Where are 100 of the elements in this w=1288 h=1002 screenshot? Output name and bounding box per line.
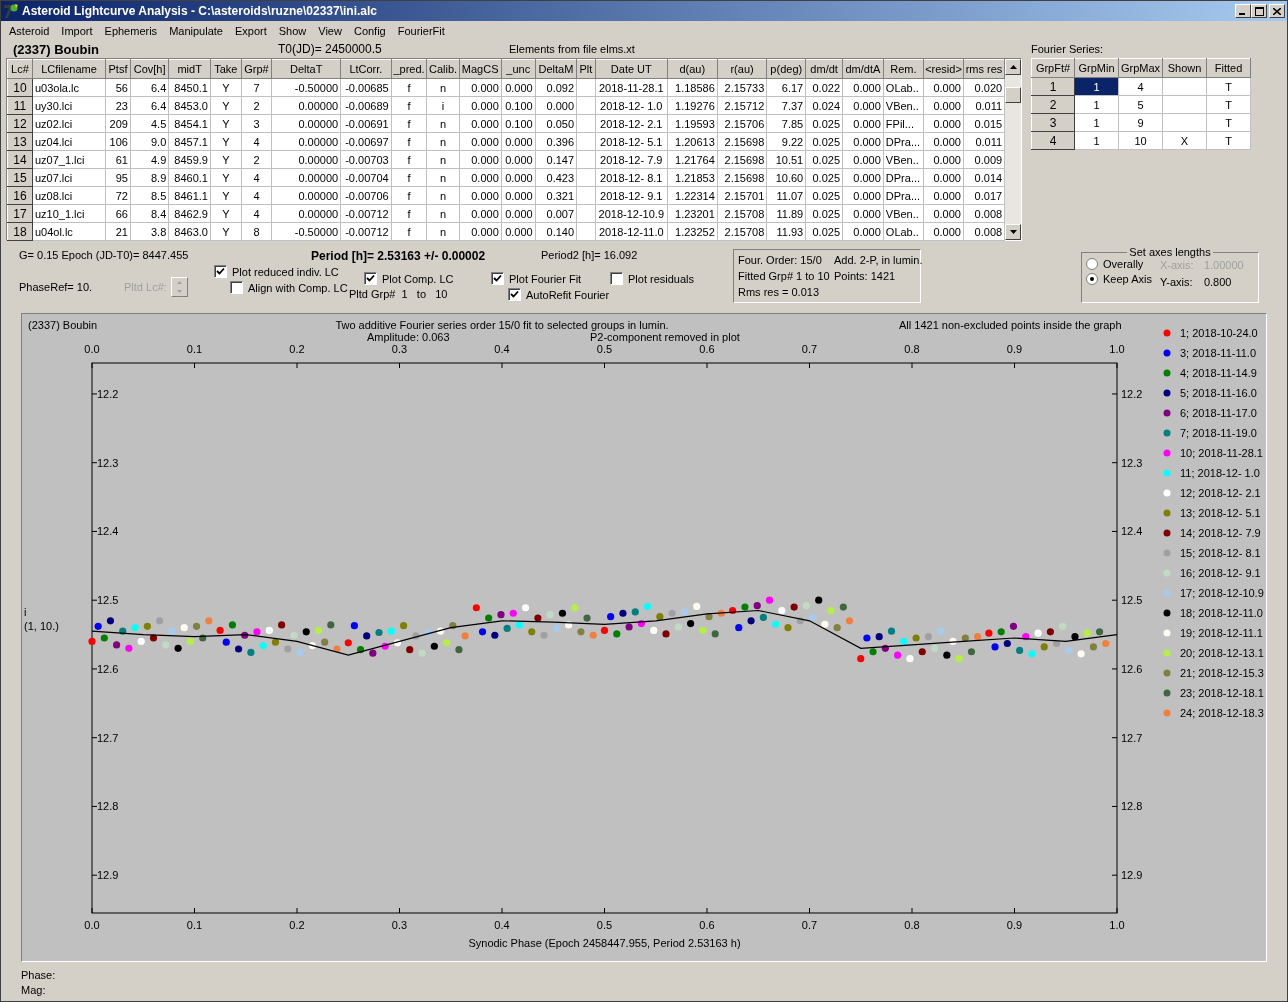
x-tick-label: 0.7 [801, 343, 818, 355]
column-header: rms res [963, 59, 1005, 79]
checkbox-square[interactable] [491, 272, 504, 285]
p2-note: P2-component removed in plot [590, 331, 740, 343]
legend-label: 21; 2018-12-15.3 [1180, 667, 1264, 679]
legend-label: 20; 2018-12-13.1 [1180, 647, 1264, 659]
radio-button[interactable] [1086, 273, 1098, 285]
summary-text: Points: 1421 [834, 269, 897, 284]
y-tick-label: 12.7 [1121, 731, 1143, 744]
checkbox[interactable]: Plot Comp. LC [364, 272, 491, 285]
menu-item[interactable]: Manipulate [163, 24, 229, 37]
y-tick-label: 12.8 [1121, 800, 1143, 813]
y-tick-label: 12.9 [1121, 869, 1143, 882]
column-header: Take [210, 59, 242, 79]
y-tick-label: 12.8 [97, 800, 119, 813]
x-tick-label: 0.8 [904, 343, 920, 355]
x-tick-label: 0.3 [391, 919, 408, 931]
menu-item[interactable]: FourierFit [391, 24, 451, 37]
column-header: Rem. [883, 59, 924, 79]
up-arrow-icon [176, 281, 182, 284]
x-tick-label: 0.5 [596, 919, 613, 931]
checkbox-label: Plot reduced indiv. LC [232, 265, 339, 278]
spin-control[interactable] [170, 277, 188, 297]
x-tick-label: 0.3 [391, 343, 408, 355]
y-axis-value: 0.800 [1203, 275, 1233, 289]
period2-label: Period2 [h]= 16.092 [541, 249, 638, 263]
legend-label: 14; 2018-12- 7.9 [1180, 527, 1261, 539]
column-header: Date UT [595, 59, 668, 79]
up-arrow-icon [1009, 65, 1017, 69]
menu-item[interactable]: Export [228, 24, 273, 37]
chart-object-label: (2337) Boubin [28, 319, 98, 331]
column-header: p(deg) [766, 59, 806, 79]
menu-item[interactable]: View [312, 24, 348, 37]
checkbox-square[interactable] [364, 272, 377, 285]
points-note: All 1421 non-excluded points inside the graph [899, 319, 1122, 331]
group-title: Set axes lengths [1128, 246, 1212, 258]
radio-button[interactable] [1086, 258, 1098, 270]
menu-item[interactable]: Config [347, 24, 392, 37]
x-tick-label: 0.8 [904, 919, 920, 931]
checkbox-square[interactable] [508, 288, 521, 301]
y-axis-title: i [24, 606, 27, 618]
column-header: Fitted [1206, 58, 1251, 78]
y-axis-label: Y-axis: [1159, 275, 1194, 289]
epoch-label: G= 0.15 Epoch (JD-T0)= 8447.455 [19, 249, 190, 263]
y-tick-label: 12.2 [1121, 387, 1143, 400]
period-label: Period [h]= 2.53163 +/- 0.00002 [311, 249, 487, 263]
column-header: r(au) [717, 59, 767, 79]
column-header: LCfilename [32, 59, 106, 79]
legend-label: 16; 2018-12- 9.1 [1180, 567, 1261, 579]
column-header: dm/dtA [842, 59, 884, 79]
y-tick-label: 12.7 [97, 731, 119, 744]
checkbox[interactable]: Plot residuals [610, 272, 695, 285]
radio-option[interactable]: Keep Axis [1086, 273, 1152, 285]
column-header: Ptsf [105, 59, 131, 79]
checkbox-square[interactable] [610, 272, 623, 285]
menu-item[interactable]: Ephemeris [98, 24, 164, 37]
x-tick-label: 0.0 [84, 919, 100, 931]
down-arrow-icon [176, 290, 182, 293]
legend-label: 13; 2018-12- 5.1 [1180, 507, 1261, 519]
close-icon [1273, 7, 1281, 15]
y-tick-label: 12.9 [97, 869, 119, 882]
minimize-button[interactable] [1235, 4, 1251, 18]
x-tick-label: 0.2 [289, 343, 305, 355]
legend-label: 12; 2018-12- 2.1 [1180, 487, 1261, 499]
column-header: <resid> [923, 59, 964, 79]
legend-label: 11; 2018-12- 1.0 [1180, 467, 1260, 479]
close-button[interactable] [1269, 4, 1285, 18]
column-header: Lc# [7, 59, 33, 79]
checkbox-label: Plot Fourier Fit [509, 272, 582, 285]
legend-label: 15; 2018-12- 8.1 [1180, 547, 1261, 559]
checkbox[interactable]: Plot Fourier Fit [491, 272, 610, 285]
checkbox-square[interactable] [230, 281, 243, 294]
chart-title: Two additive Fourier series order 15/0 fit to selected groups in lumin. [335, 319, 669, 331]
legend-label: 6; 2018-11-17.0 [1180, 407, 1257, 419]
column-header: dm/dt [805, 59, 843, 79]
y-tick-label: 12.5 [1121, 594, 1143, 607]
menu-item[interactable]: Show [272, 24, 313, 37]
menu-item[interactable]: Import [55, 24, 99, 37]
checkbox[interactable]: Plot reduced indiv. LC [214, 265, 364, 278]
radio-option[interactable]: Overally [1086, 258, 1152, 270]
legend-label: 3; 2018-11-11.0 [1180, 347, 1257, 359]
checkbox-label: AutoRefit Fourier [526, 288, 610, 301]
x-tick-label: 0.0 [84, 343, 100, 355]
summary-text: Fitted Grp# 1 to 10 [738, 269, 831, 284]
maximize-button[interactable] [1251, 4, 1267, 18]
phase-readout: Phase: [21, 968, 57, 983]
vertical-scrollbar[interactable] [1005, 59, 1021, 240]
column-header: GrpMin [1074, 58, 1119, 78]
checkbox[interactable]: AutoRefit Fourier [508, 288, 610, 301]
x-tick-label: 0.1 [186, 343, 203, 355]
legend-label: 24; 2018-12-18.3 [1180, 707, 1264, 719]
window-title: Asteroid Lightcurve Analysis - C:\asteroids\ruzne\02337\ini.alc [22, 4, 378, 18]
summary-text: Four. Order: 15/0 [738, 253, 823, 268]
column-header: GrpMax [1118, 58, 1163, 78]
maximize-icon [1254, 6, 1264, 16]
legend-label: 10; 2018-11-28.1 [1180, 447, 1263, 459]
checkbox-square[interactable] [214, 265, 227, 278]
scroll-thumb[interactable] [1005, 87, 1021, 103]
menu-item[interactable]: Asteroid [3, 24, 56, 37]
column-header: GrpFt# [1031, 58, 1075, 78]
